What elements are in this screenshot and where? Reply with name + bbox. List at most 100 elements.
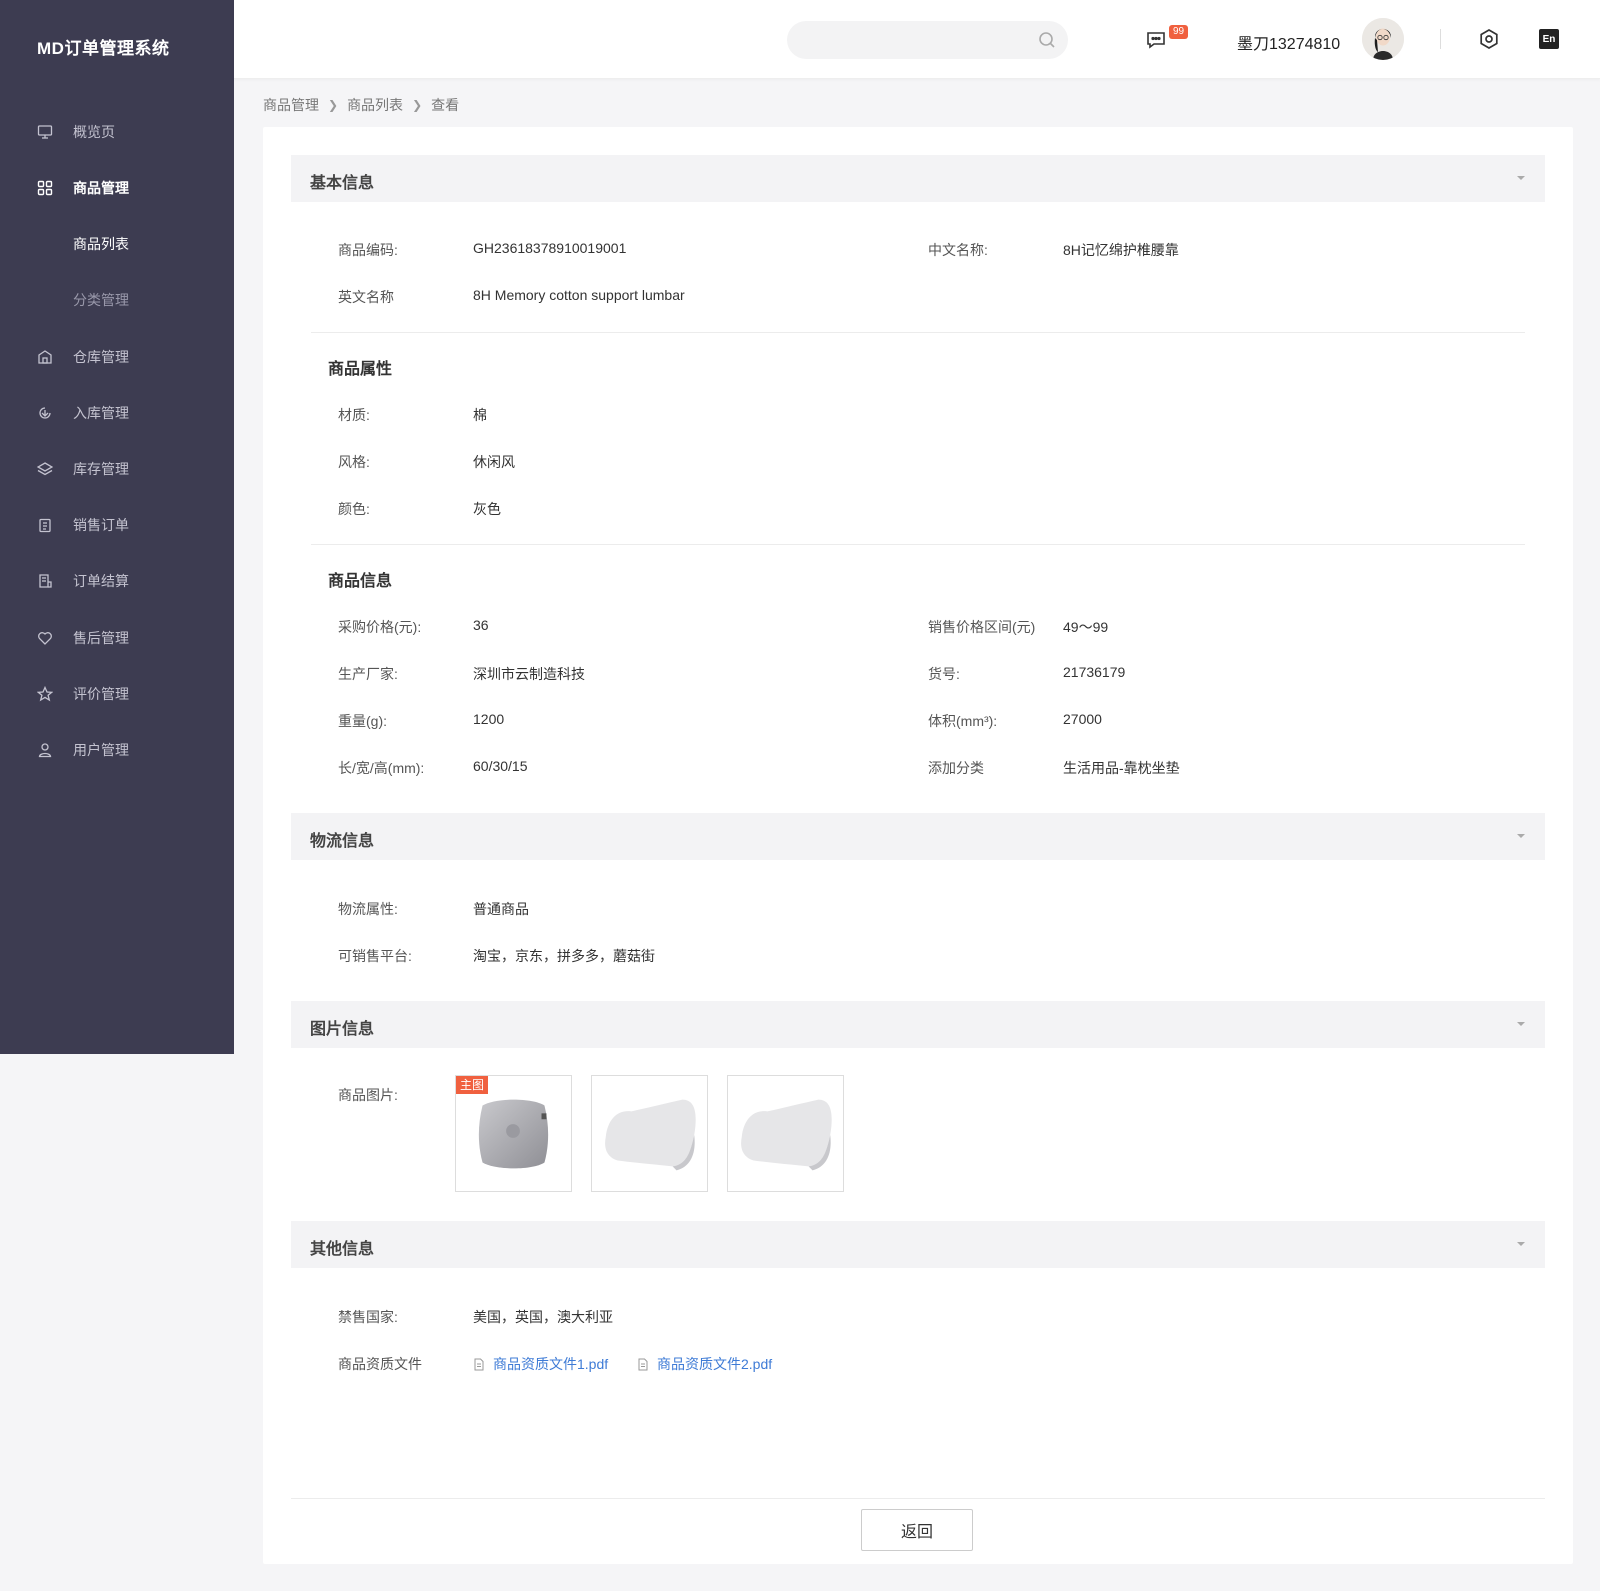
sidebar-item-label: 入库管理 bbox=[73, 405, 129, 421]
settlement-icon bbox=[37, 573, 53, 589]
divider bbox=[311, 544, 1525, 545]
clipboard-icon bbox=[37, 517, 53, 533]
sidebar-item-sales-orders[interactable]: 销售订单 bbox=[0, 497, 234, 553]
sidebar-item-products[interactable]: 商品管理 bbox=[0, 160, 234, 216]
file-name: 商品资质文件1.pdf bbox=[493, 1356, 609, 1372]
field-label: 体积(mm³): bbox=[928, 713, 998, 729]
sidebar-item-label: 销售订单 bbox=[73, 517, 129, 533]
sidebar-item-label: 评价管理 bbox=[73, 686, 129, 702]
chevron-right-icon: ❯ bbox=[328, 98, 339, 112]
search-input[interactable] bbox=[787, 21, 1068, 59]
field-value: 普通商品 bbox=[473, 901, 529, 917]
sidebar-item-product-list[interactable]: 商品列表 bbox=[0, 216, 234, 272]
caret-down-icon bbox=[1517, 834, 1525, 838]
search-icon[interactable] bbox=[1037, 30, 1057, 50]
field-label: 风格: bbox=[338, 454, 370, 470]
section-logistics[interactable]: 物流信息 bbox=[291, 813, 1545, 860]
settings-icon[interactable] bbox=[1478, 28, 1500, 50]
field-value: 休闲风 bbox=[473, 454, 515, 470]
sub-section-title: 商品属性 bbox=[328, 361, 393, 378]
field-value: 21736179 bbox=[1063, 664, 1126, 680]
field-label: 采购价格(元): bbox=[338, 619, 422, 635]
file-icon bbox=[474, 1358, 484, 1370]
app-title: MD订单管理系统 bbox=[37, 39, 170, 58]
section-title: 基本信息 bbox=[310, 175, 375, 192]
sidebar: MD订单管理系统 概览页 商品管理 商品列表 分类管理 仓库管理 入库管理 库存… bbox=[0, 0, 234, 1054]
field-value: 深圳市云制造科技 bbox=[473, 666, 585, 682]
sidebar-item-label: 分类管理 bbox=[73, 292, 129, 308]
sidebar-item-inbound[interactable]: 入库管理 bbox=[0, 385, 234, 441]
field-label: 长/宽/高(mm): bbox=[338, 760, 425, 776]
breadcrumb-item[interactable]: 商品列表 bbox=[347, 95, 403, 115]
caret-down-icon bbox=[1517, 1022, 1525, 1026]
breadcrumb-item[interactable]: 商品管理 bbox=[263, 95, 319, 115]
section-basic-info[interactable]: 基本信息 bbox=[291, 155, 1545, 202]
field-value: 8H记忆绵护椎腰靠 bbox=[1063, 242, 1179, 258]
back-button[interactable]: 返回 bbox=[861, 1509, 973, 1551]
sidebar-item-label: 商品列表 bbox=[73, 236, 129, 252]
field-value: 灰色 bbox=[473, 501, 501, 517]
field-label: 重量(g): bbox=[338, 713, 387, 729]
sidebar-item-label: 概览页 bbox=[73, 124, 115, 140]
chevron-right-icon: ❯ bbox=[412, 98, 423, 112]
field-value: 49～99 bbox=[1063, 619, 1109, 635]
product-image[interactable] bbox=[591, 1075, 708, 1192]
sidebar-item-warehouse[interactable]: 仓库管理 bbox=[0, 329, 234, 385]
message-icon[interactable] bbox=[1144, 28, 1168, 52]
section-title: 物流信息 bbox=[310, 833, 375, 850]
sidebar-item-overview[interactable]: 概览页 bbox=[0, 104, 234, 160]
user-icon bbox=[37, 742, 53, 758]
file-link[interactable]: 商品资质文件2.pdf bbox=[637, 1354, 772, 1374]
detail-card: 基本信息 商品编码: GH23618378910019001 中文名称: 8H记… bbox=[263, 127, 1573, 1564]
file-name: 商品资质文件2.pdf bbox=[657, 1356, 773, 1372]
monitor-icon bbox=[37, 124, 53, 140]
sidebar-item-settlement[interactable]: 订单结算 bbox=[0, 553, 234, 609]
field-label: 商品图片: bbox=[338, 1087, 398, 1103]
product-image-main[interactable]: 主图 bbox=[455, 1075, 572, 1192]
caret-down-icon bbox=[1517, 176, 1525, 180]
field-label: 物流属性: bbox=[338, 901, 398, 917]
sidebar-item-label: 订单结算 bbox=[73, 573, 129, 589]
sidebar-item-users[interactable]: 用户管理 bbox=[0, 722, 234, 778]
field-value: 27000 bbox=[1063, 711, 1102, 727]
top-header: 99 墨刀13274810 En bbox=[234, 0, 1600, 79]
field-value: 美国，英国，澳大利亚 bbox=[473, 1309, 613, 1325]
sidebar-item-label: 库存管理 bbox=[73, 461, 129, 477]
field-label: 货号: bbox=[928, 666, 960, 682]
username[interactable]: 墨刀13274810 bbox=[1237, 30, 1340, 54]
field-label: 添加分类 bbox=[928, 760, 984, 776]
sidebar-item-label: 仓库管理 bbox=[73, 349, 129, 365]
field-label: 销售价格区间(元) bbox=[928, 619, 1036, 635]
avatar[interactable] bbox=[1362, 18, 1404, 60]
sub-section-title: 商品信息 bbox=[328, 573, 393, 590]
sidebar-item-after-sales[interactable]: 售后管理 bbox=[0, 610, 234, 666]
section-images[interactable]: 图片信息 bbox=[291, 1001, 1545, 1048]
breadcrumb: 商品管理 ❯ 商品列表 ❯ 查看 bbox=[263, 95, 459, 115]
field-label: 可销售平台: bbox=[338, 948, 412, 964]
inbound-icon bbox=[37, 405, 53, 421]
sidebar-item-label: 用户管理 bbox=[73, 742, 129, 758]
sidebar-item-inventory[interactable]: 库存管理 bbox=[0, 441, 234, 497]
file-icon bbox=[638, 1358, 648, 1370]
sidebar-item-category[interactable]: 分类管理 bbox=[0, 272, 234, 328]
message-badge: 99 bbox=[1169, 25, 1189, 39]
section-other[interactable]: 其他信息 bbox=[291, 1221, 1545, 1268]
product-image[interactable] bbox=[727, 1075, 844, 1192]
field-value: 36 bbox=[473, 617, 489, 633]
star-icon bbox=[37, 686, 53, 702]
field-label: 禁售国家: bbox=[338, 1309, 398, 1325]
sidebar-item-label: 售后管理 bbox=[73, 630, 129, 646]
file-link[interactable]: 商品资质文件1.pdf bbox=[473, 1354, 608, 1374]
sidebar-item-reviews[interactable]: 评价管理 bbox=[0, 666, 234, 722]
header-divider bbox=[1440, 29, 1441, 49]
field-value: 60/30/15 bbox=[473, 758, 528, 774]
divider bbox=[291, 1498, 1545, 1499]
field-value: 8H Memory cotton support lumbar bbox=[473, 287, 685, 303]
field-label: 商品资质文件 bbox=[338, 1356, 422, 1372]
field-label: 颜色: bbox=[338, 501, 370, 517]
field-label: 商品编码: bbox=[338, 242, 398, 258]
language-toggle[interactable]: En bbox=[1539, 29, 1559, 49]
main-image-tag: 主图 bbox=[456, 1076, 489, 1094]
breadcrumb-item: 查看 bbox=[431, 97, 460, 113]
caret-down-icon bbox=[1517, 1242, 1525, 1246]
